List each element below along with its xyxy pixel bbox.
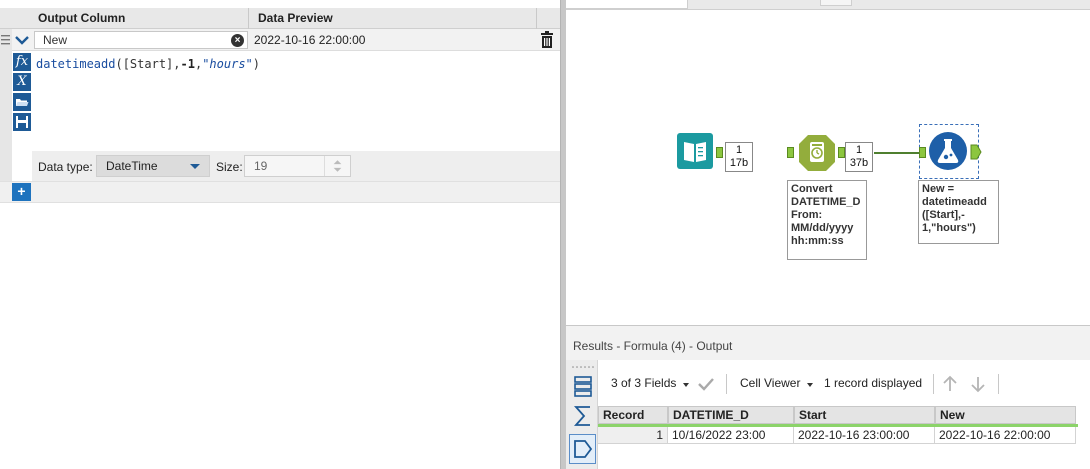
expression-function: datetimeadd: [36, 57, 116, 71]
connection-line[interactable]: [874, 152, 920, 154]
expression-number: -1: [180, 57, 195, 71]
row-gutter: [0, 29, 12, 203]
data-preview-value: 2022-10-16 22:00:00: [254, 33, 366, 47]
expression-text[interactable]: datetimeadd([Start],-1,"hours"): [36, 57, 260, 71]
drag-handle-icon[interactable]: [0, 34, 11, 46]
dropdown-arrow-icon[interactable]: [190, 164, 200, 169]
annotation-line: From:: [791, 209, 823, 221]
badge-records: 1: [735, 144, 743, 156]
delete-icon[interactable]: [540, 31, 554, 49]
annotation-line: DATETIME_D: [791, 196, 861, 208]
save-icon[interactable]: [13, 113, 31, 131]
input-data-icon[interactable]: [677, 133, 713, 171]
datetime-annotation: Convert DATETIME_D From: MM/dd/yyyy hh:m…: [787, 180, 867, 260]
cell-viewer-caret-icon[interactable]: [807, 383, 813, 387]
fields-selector[interactable]: 3 of 3 Fields: [611, 376, 676, 390]
annotation-line: hh:mm:ss: [791, 235, 844, 247]
annotation-line: 1,"hours"): [922, 222, 976, 234]
column-header-datetime-d[interactable]: DATETIME_D: [668, 406, 794, 424]
metadata-tab[interactable]: [569, 434, 596, 464]
formula-tool-icon[interactable]: [928, 131, 968, 171]
toolbar-divider: [933, 374, 934, 394]
arrow-down-icon[interactable]: [970, 375, 986, 393]
summary-icon[interactable]: [573, 405, 593, 427]
expression-string: "hours": [202, 57, 253, 71]
output-column-field[interactable]: New: [34, 31, 248, 49]
input-anchor[interactable]: [919, 147, 926, 158]
annotation-line: Convert: [791, 183, 833, 195]
chevron-down-icon[interactable]: [15, 35, 29, 45]
expression-close: ): [252, 57, 261, 71]
expression-toolbar: fx X: [12, 51, 32, 171]
results-title: Results - Formula (4) - Output: [573, 339, 733, 353]
table-view-icon[interactable]: [573, 375, 593, 397]
size-spinner-icon[interactable]: [324, 156, 350, 176]
grid-header: Output Column Data Preview: [0, 8, 560, 29]
cell-viewer-selector[interactable]: Cell Viewer: [740, 376, 800, 390]
table-cell[interactable]: 2022-10-16 22:00:00: [935, 427, 1076, 444]
results-toolbar: 3 of 3 Fields Cell Viewer 1 record displ…: [598, 370, 1090, 398]
size-label: Size:: [216, 160, 243, 174]
toolbar-divider: [998, 374, 999, 394]
records-displayed: 1 record displayed: [824, 376, 923, 390]
record-count-badge: 1 17b: [725, 142, 753, 172]
canvas-tab[interactable]: [820, 0, 852, 6]
canvas-tab[interactable]: [566, 0, 688, 9]
datetime-tool-icon[interactable]: [798, 134, 836, 172]
output-column-header: Output Column: [38, 11, 126, 25]
formula-config-panel: Output Column Data Preview New × 2022-10…: [0, 0, 560, 469]
output-anchor[interactable]: [716, 147, 723, 158]
toolbar-divider: [726, 374, 727, 394]
clear-field-icon[interactable]: ×: [231, 34, 244, 47]
header-divider[interactable]: [248, 8, 249, 29]
function-icon[interactable]: fx: [13, 53, 31, 71]
add-formula-button[interactable]: +: [12, 183, 31, 201]
column-header-new[interactable]: New: [935, 406, 1076, 424]
badge-size: 37b: [849, 157, 869, 169]
output-anchor[interactable]: [838, 147, 845, 158]
column-header-record[interactable]: Record: [598, 406, 668, 424]
checkmark-icon[interactable]: [697, 376, 715, 392]
table-cell[interactable]: 2022-10-16 23:00:00: [794, 427, 935, 444]
formula-annotation: New = datetimeadd ([Start],- 1,"hours"): [918, 180, 999, 244]
badge-size: 17b: [729, 157, 749, 169]
variable-icon[interactable]: X: [13, 73, 31, 91]
record-number-cell[interactable]: 1: [598, 427, 668, 444]
header-divider[interactable]: [536, 8, 537, 29]
record-count-badge: 1 37b: [845, 142, 873, 172]
expression-args: ([Start],: [115, 57, 181, 71]
input-anchor[interactable]: [787, 147, 794, 158]
table-cell[interactable]: 10/16/2022 23:00: [668, 427, 794, 444]
grip-icon[interactable]: [571, 365, 595, 369]
column-header-start[interactable]: Start: [794, 406, 935, 424]
add-row-strip: [0, 181, 560, 203]
data-type-label: Data type:: [38, 160, 93, 174]
fields-caret-icon[interactable]: [683, 383, 689, 387]
output-anchor[interactable]: [970, 144, 982, 160]
data-preview-header: Data Preview: [258, 11, 333, 25]
tag-icon: [574, 440, 593, 458]
arrow-up-icon[interactable]: [942, 375, 958, 393]
annotation-line: datetimeadd: [922, 196, 987, 208]
annotation-line: New =: [922, 183, 955, 195]
open-folder-icon[interactable]: [13, 93, 31, 111]
annotation-line: ([Start],-: [922, 209, 965, 221]
annotation-line: MM/dd/yyyy: [791, 222, 854, 234]
badge-records: 1: [855, 144, 863, 156]
